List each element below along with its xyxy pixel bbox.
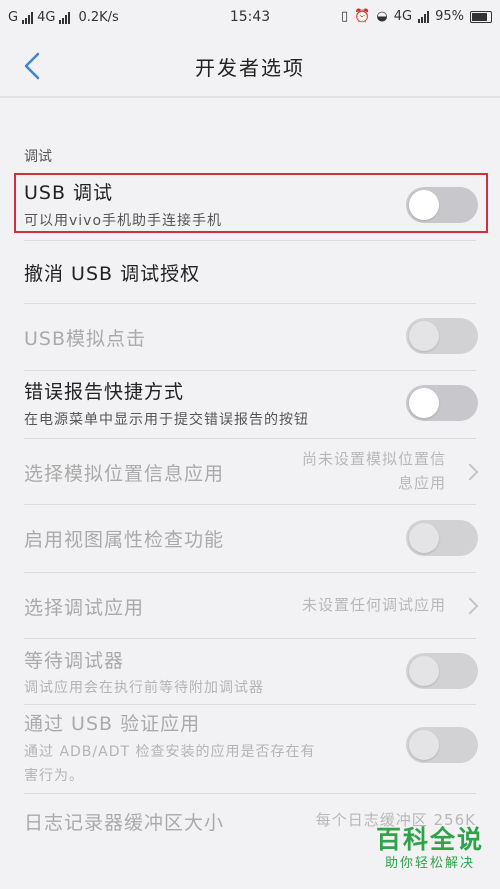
watermark-main: 百科全说 <box>375 825 484 854</box>
setting-value: 尚未设置模拟位置信 息应用 <box>302 447 446 495</box>
setting-title: 等待调试器 <box>24 650 125 672</box>
page-title: 开发者选项 <box>195 56 305 80</box>
toggle-knob <box>409 388 439 418</box>
chevron-right-icon <box>461 597 479 615</box>
setting-verify-apps-over-usb[interactable]: 通过 USB 验证应用 通过 ADB/ADT 检查安装的应用是否存在有 害行为。 <box>0 705 500 793</box>
view-attribute-inspection-toggle[interactable] <box>406 520 478 556</box>
setting-title: 撤消 USB 调试授权 <box>24 263 201 285</box>
setting-subtitle: 在电源菜单中显示用于提交错误报告的按钮 <box>24 412 309 428</box>
setting-value-line2: 息应用 <box>397 474 446 492</box>
status-right: ▯ ⏰ ◒ 4G 95% <box>341 9 492 24</box>
usb-simulated-click-toggle[interactable] <box>406 318 478 354</box>
setting-subtitle: 调试应用会在执行前等待附加调试器 <box>24 680 264 696</box>
watermark-sub: 助你轻松解决 <box>384 856 475 871</box>
toggle-knob <box>409 321 439 351</box>
signal-icon-3 <box>418 10 430 23</box>
setting-value: 未设置任何调试应用 <box>301 596 446 614</box>
setting-select-debug-app[interactable]: 选择调试应用 未设置任何调试应用 <box>0 573 500 637</box>
toggle-knob <box>409 523 439 553</box>
setting-title: 选择调试应用 <box>24 597 145 619</box>
nav-divider <box>0 96 500 98</box>
setting-title: 选择模拟位置信息应用 <box>24 463 225 485</box>
setting-title: 日志记录器缓冲区大小 <box>24 812 225 834</box>
setting-view-attribute-inspection[interactable]: 启用视图属性检查功能 <box>0 505 500 571</box>
setting-title: USB模拟点击 <box>24 328 147 350</box>
battery-label: 95% <box>435 9 464 24</box>
setting-subtitle-line1: 通过 ADB/ADT 检查安装的应用是否存在有 <box>24 744 316 760</box>
wait-for-debugger-toggle[interactable] <box>406 653 478 689</box>
bug-report-shortcut-toggle[interactable] <box>406 385 478 421</box>
wifi-icon: ◒ <box>376 9 388 24</box>
highlight-box <box>14 173 488 233</box>
setting-title: 错误报告快捷方式 <box>24 381 185 403</box>
alarm-icon: ⏰ <box>354 9 371 24</box>
network-right-label: 4G <box>393 9 413 24</box>
watermark-logo: 百科全说 助你轻松解决 <box>368 825 492 883</box>
status-bar: G 4G 0.2K/s 15:43 ▯ ⏰ ◒ 4G 95% <box>0 0 500 36</box>
setting-revoke-usb-authorizations[interactable]: 撤消 USB 调试授权 <box>0 241 500 303</box>
toggle-knob <box>409 730 439 760</box>
verify-apps-over-usb-toggle[interactable] <box>406 727 478 763</box>
vibrate-icon: ▯ <box>341 9 349 24</box>
section-header-debug: 调试 <box>24 149 52 165</box>
setting-mock-location-app[interactable]: 选择模拟位置信息应用 尚未设置模拟位置信 息应用 <box>0 439 500 503</box>
setting-title: 通过 USB 验证应用 <box>24 713 201 735</box>
setting-usb-simulated-click[interactable]: USB模拟点击 <box>0 304 500 368</box>
nav-bar: 开发者选项 <box>0 36 500 96</box>
toggle-knob <box>409 656 439 686</box>
setting-title: 启用视图属性检查功能 <box>24 529 225 551</box>
setting-bug-report-shortcut[interactable]: 错误报告快捷方式 在电源菜单中显示用于提交错误报告的按钮 <box>0 371 500 437</box>
chevron-right-icon <box>461 463 479 481</box>
setting-value-line1: 尚未设置模拟位置信 <box>301 450 446 468</box>
setting-subtitle-line2: 害行为。 <box>24 768 84 784</box>
battery-icon <box>470 10 492 23</box>
setting-wait-for-debugger[interactable]: 等待调试器 调试应用会在执行前等待附加调试器 <box>0 639 500 703</box>
